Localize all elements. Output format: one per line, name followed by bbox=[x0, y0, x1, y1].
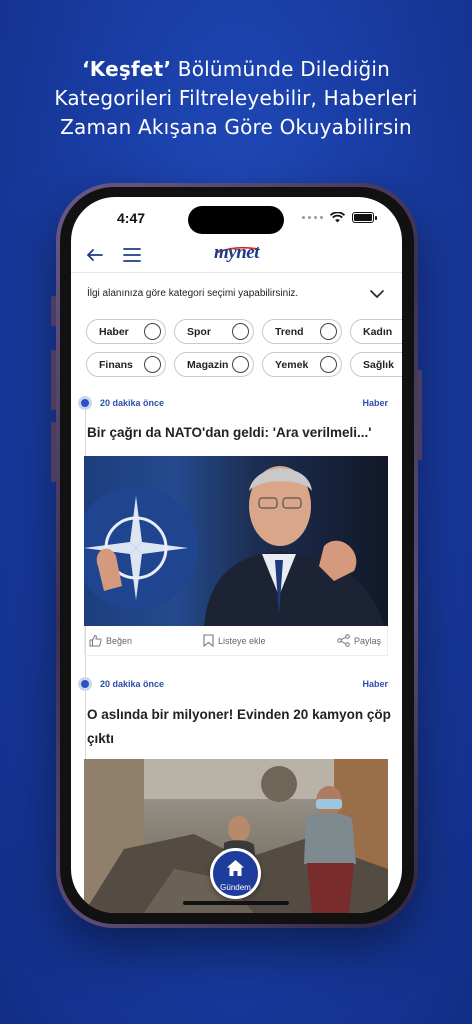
category-chip-label: Finans bbox=[99, 359, 133, 371]
phone-screen: 4:47 mynet İlgi alanınıza göre kategori … bbox=[71, 197, 402, 913]
category-chip-label: Haber bbox=[99, 326, 129, 338]
volume-up-button bbox=[51, 296, 56, 326]
category-chip-label: Trend bbox=[275, 326, 304, 338]
category-chip-magazin[interactable]: Magazin bbox=[174, 352, 254, 377]
news-actions: Beğen Listeye ekle Paylaş bbox=[84, 626, 388, 656]
gundem-label: Gündem bbox=[220, 883, 251, 892]
filter-prompt: İlgi alanınıza göre kategori seçimi yapa… bbox=[87, 288, 299, 299]
share-button[interactable]: Paylaş bbox=[337, 634, 381, 647]
news-title[interactable]: Bir çağrı da NATO'dan geldi: 'Ara verilm… bbox=[87, 421, 371, 445]
category-chip-yemek[interactable]: Yemek bbox=[262, 352, 342, 377]
promo-headline-bold: ‘Keşfet’ bbox=[82, 57, 172, 81]
category-chip-label: Sağlık bbox=[363, 359, 394, 371]
gundem-button[interactable]: Gündem bbox=[210, 848, 261, 899]
like-button[interactable]: Beğen bbox=[89, 634, 132, 647]
battery-icon bbox=[352, 212, 377, 223]
category-chip-saglik[interactable]: Sağlık bbox=[350, 352, 402, 377]
category-filter-toggle[interactable]: İlgi alanınıza göre kategori seçimi yapa… bbox=[71, 274, 402, 316]
nato-press-photo bbox=[84, 466, 384, 626]
category-chip-label: Spor bbox=[187, 326, 211, 338]
power-button bbox=[417, 370, 422, 460]
news-time: 20 dakika önce bbox=[100, 679, 165, 689]
timeline-dot bbox=[78, 396, 92, 410]
news-time: 20 dakika önce bbox=[100, 398, 165, 408]
category-chip-haber[interactable]: Haber bbox=[86, 319, 166, 344]
checkbox-circle-icon[interactable] bbox=[320, 323, 337, 340]
news-title[interactable]: O aslında bir milyoner! Evinden 20 kamyo… bbox=[87, 703, 391, 751]
checkbox-circle-icon[interactable] bbox=[232, 356, 249, 373]
home-indicator[interactable] bbox=[183, 901, 289, 905]
news-category[interactable]: Haber bbox=[362, 679, 388, 689]
thumbs-up-icon bbox=[89, 634, 102, 647]
silent-button bbox=[51, 422, 56, 482]
category-chip-label: Magazin bbox=[187, 359, 229, 371]
news-image[interactable] bbox=[84, 456, 388, 626]
status-icons bbox=[302, 212, 377, 223]
promo-headline: ‘Keşfet’ Bölümünde Dilediğin Kategoriler… bbox=[0, 55, 472, 142]
dynamic-island bbox=[188, 206, 284, 234]
mynet-logo[interactable]: mynet bbox=[71, 242, 402, 264]
chevron-down-icon[interactable] bbox=[370, 289, 384, 299]
promo-headline-line1: Bölümünde Dilediğin bbox=[171, 57, 390, 81]
bookmark-icon bbox=[203, 634, 214, 647]
share-label: Paylaş bbox=[353, 635, 381, 646]
checkbox-circle-icon[interactable] bbox=[144, 356, 161, 373]
promo-headline-line3: Zaman Akışana Göre Okuyabilirsin bbox=[60, 115, 412, 139]
status-bar: 4:47 bbox=[71, 197, 402, 241]
wifi-icon bbox=[330, 212, 345, 223]
volume-down-button bbox=[51, 350, 56, 410]
checkbox-circle-icon[interactable] bbox=[320, 356, 337, 373]
news-title-line1: O aslında bir milyoner! Evinden 20 kamyo… bbox=[87, 707, 391, 722]
share-icon bbox=[337, 634, 350, 647]
category-chip-label: Kadın bbox=[363, 326, 393, 338]
category-chip-kadin[interactable]: Kadın bbox=[350, 319, 402, 344]
checkbox-circle-icon[interactable] bbox=[144, 323, 161, 340]
promo-headline-line2: Kategorileri Filtreleyebilir, Haberleri bbox=[54, 86, 418, 110]
news-title-line2: çıktı bbox=[87, 731, 115, 746]
category-chip-finans[interactable]: Finans bbox=[86, 352, 166, 377]
category-chip-label: Yemek bbox=[275, 359, 309, 371]
signal-icon bbox=[302, 216, 323, 219]
add-to-list-button[interactable]: Listeye ekle bbox=[203, 634, 266, 647]
timeline-dot bbox=[78, 677, 92, 691]
app-header: mynet bbox=[71, 241, 402, 273]
news-category[interactable]: Haber bbox=[362, 398, 388, 408]
status-time: 4:47 bbox=[117, 210, 146, 226]
add-to-list-label: Listeye ekle bbox=[218, 635, 266, 646]
like-label: Beğen bbox=[106, 635, 133, 646]
home-icon bbox=[227, 860, 244, 876]
category-chip-spor[interactable]: Spor bbox=[174, 319, 254, 344]
checkbox-circle-icon[interactable] bbox=[232, 323, 249, 340]
category-chip-trend[interactable]: Trend bbox=[262, 319, 342, 344]
